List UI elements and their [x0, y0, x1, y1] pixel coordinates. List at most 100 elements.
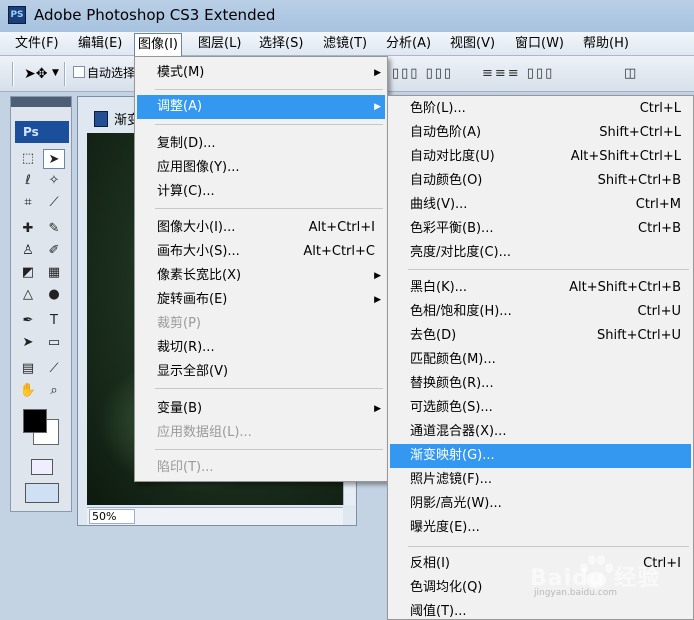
auto-select-checkbox[interactable] [73, 66, 85, 78]
menu-item-rotate-canvas[interactable]: 旋转画布(E) ▶ [137, 288, 385, 312]
align-buttons-icon[interactable]: ▯▯▯ ▯▯▯ [392, 66, 453, 81]
zoom-tool-icon[interactable]: ⌕ [43, 381, 65, 401]
menu-item-canvas-size[interactable]: 画布大小(S)... Alt+Ctrl+C [137, 240, 385, 264]
healing-brush-icon[interactable]: ✚ [17, 219, 39, 239]
menu-item-mode[interactable]: 模式(M) ▶ [137, 61, 385, 85]
menu-bar: 文件(F) 编辑(E) 图像(I) 图层(L) 选择(S) 滤镜(T) 分析(A… [0, 32, 694, 57]
eyedropper-icon[interactable]: ⟋ [43, 359, 65, 379]
crop-tool-icon[interactable]: ⌗ [17, 193, 39, 213]
menu-item-label: 像素长宽比(X) [157, 268, 242, 283]
menu-help[interactable]: 帮助(H) [580, 34, 632, 54]
menu-item-auto-levels[interactable]: 自动色阶(A) Shift+Ctrl+L [390, 121, 691, 145]
menu-item-channel-mixer[interactable]: 通道混合器(X)... [390, 420, 691, 444]
marquee-tool-icon[interactable]: ⬚ [17, 149, 39, 169]
magic-wand-icon[interactable]: ✧ [43, 171, 65, 191]
gradient-tool-icon[interactable]: ▦ [43, 263, 65, 283]
menu-item-auto-contrast[interactable]: 自动对比度(U) Alt+Shift+Ctrl+L [390, 145, 691, 169]
menu-filter[interactable]: 滤镜(T) [320, 34, 370, 54]
menu-item-label: 去色(D) [410, 328, 457, 343]
menu-item-label: 亮度/对比度(C)... [410, 245, 511, 260]
auto-align-icon[interactable]: ◫ [624, 66, 638, 81]
menu-item-shortcut: Alt+Shift+Ctrl+B [569, 280, 681, 295]
menu-item-shortcut: Ctrl+L [639, 101, 681, 116]
submenu-arrow-icon: ▶ [374, 102, 381, 112]
menu-item-exposure[interactable]: 曝光度(E)... [390, 516, 691, 540]
toolbox-grip[interactable] [11, 97, 71, 107]
history-brush-icon[interactable]: ✐ [43, 241, 65, 261]
menu-item-label: 复制(D)... [157, 136, 216, 151]
pen-tool-icon[interactable]: ✒ [17, 311, 39, 331]
distribute-buttons-icon[interactable]: ≡≡≡ ▯▯▯ [482, 66, 554, 81]
menu-item-desaturate[interactable]: 去色(D) Shift+Ctrl+U [390, 324, 691, 348]
menu-separator [155, 449, 383, 450]
menu-item-black-white[interactable]: 黑白(K)... Alt+Shift+Ctrl+B [390, 276, 691, 300]
ps-logo: Ps [15, 121, 69, 143]
menu-item-shortcut: Shift+Ctrl+L [599, 125, 681, 140]
menu-item-color-balance[interactable]: 色彩平衡(B)... Ctrl+B [390, 217, 691, 241]
screen-mode-button[interactable] [25, 483, 59, 503]
menu-item-shortcut: Alt+Ctrl+C [303, 244, 375, 259]
menu-item-calculations[interactable]: 计算(C)... [137, 180, 385, 204]
menu-item-apply-image[interactable]: 应用图像(Y)... [137, 156, 385, 180]
menu-item-reveal-all[interactable]: 显示全部(V) [137, 360, 385, 384]
foreground-color-swatch[interactable] [23, 409, 47, 433]
menu-item-shadow-highlight[interactable]: 阴影/高光(W)... [390, 492, 691, 516]
shape-tool-icon[interactable]: ▭ [43, 333, 65, 353]
menu-item-label: 色相/饱和度(H)... [410, 304, 512, 319]
menu-item-pixel-aspect[interactable]: 像素长宽比(X) ▶ [137, 264, 385, 288]
menu-item-apply-data-set: 应用数据组(L)... [137, 421, 385, 445]
menu-item-photo-filter[interactable]: 照片滤镜(F)... [390, 468, 691, 492]
menu-item-duplicate[interactable]: 复制(D)... [137, 132, 385, 156]
menu-item-threshold[interactable]: 阈值(T)... [390, 600, 691, 620]
chevron-down-icon[interactable]: ▼ [52, 68, 59, 78]
menu-image[interactable]: 图像(I) [134, 33, 182, 57]
type-tool-icon[interactable]: T [43, 311, 65, 331]
zoom-level-field[interactable]: 50% [89, 509, 135, 524]
slice-tool-icon[interactable]: ⟋ [43, 193, 65, 213]
quick-mask-button[interactable] [31, 459, 53, 475]
document-status-bar: 50% [87, 507, 343, 525]
menu-item-invert[interactable]: 反相(I) Ctrl+I [390, 552, 691, 576]
brush-tool-icon[interactable]: ✎ [43, 219, 65, 239]
move-tool-button[interactable]: ➤ [43, 149, 65, 169]
menu-item-label: 反相(I) [410, 556, 450, 571]
dodge-tool-icon[interactable]: ● [43, 285, 65, 305]
path-select-icon[interactable]: ➤ [17, 333, 39, 353]
menu-analysis[interactable]: 分析(A) [383, 34, 434, 54]
menu-item-selective-color[interactable]: 可选颜色(S)... [390, 396, 691, 420]
menu-view[interactable]: 视图(V) [447, 34, 498, 54]
move-tool-icon[interactable]: ➤✥ [24, 66, 47, 82]
menu-item-adjust[interactable]: 调整(A) ▶ [137, 95, 385, 119]
menu-window[interactable]: 窗口(W) [512, 34, 567, 54]
hand-tool-icon[interactable]: ✋ [17, 381, 39, 401]
menu-item-shortcut: Shift+Ctrl+B [597, 173, 681, 188]
eraser-tool-icon[interactable]: ◩ [17, 263, 39, 283]
menu-item-label: 图像大小(I)... [157, 220, 236, 235]
menu-item-label: 陷印(T)... [157, 460, 214, 475]
menu-item-equalize[interactable]: 色调均化(Q) [390, 576, 691, 600]
menu-item-replace-color[interactable]: 替换颜色(R)... [390, 372, 691, 396]
menu-layer[interactable]: 图层(L) [195, 34, 244, 54]
menu-item-trim[interactable]: 裁切(R)... [137, 336, 385, 360]
menu-file[interactable]: 文件(F) [12, 34, 62, 54]
menu-item-hue-saturation[interactable]: 色相/饱和度(H)... Ctrl+U [390, 300, 691, 324]
submenu-arrow-icon: ▶ [374, 295, 381, 305]
notes-tool-icon[interactable]: ▤ [17, 359, 39, 379]
menu-item-crop: 裁剪(P) [137, 312, 385, 336]
menu-item-auto-color[interactable]: 自动颜色(O) Shift+Ctrl+B [390, 169, 691, 193]
menu-item-match-color[interactable]: 匹配颜色(M)... [390, 348, 691, 372]
blur-tool-icon[interactable]: △ [17, 285, 39, 305]
menu-item-levels[interactable]: 色阶(L)... Ctrl+L [390, 97, 691, 121]
lasso-tool-icon[interactable]: ℓ [17, 171, 39, 191]
menu-item-label: 裁剪(P) [157, 316, 201, 331]
clone-stamp-icon[interactable]: ♙ [17, 241, 39, 261]
menu-item-gradient-map[interactable]: 渐变映射(G)... [390, 444, 691, 468]
menu-select[interactable]: 选择(S) [256, 34, 306, 54]
menu-item-label: 曝光度(E)... [410, 520, 480, 535]
menu-item-curves[interactable]: 曲线(V)... Ctrl+M [390, 193, 691, 217]
menu-edit[interactable]: 编辑(E) [75, 34, 125, 54]
menu-item-image-size[interactable]: 图像大小(I)... Alt+Ctrl+I [137, 216, 385, 240]
menu-item-brightness-contrast[interactable]: 亮度/对比度(C)... [390, 241, 691, 265]
menu-separator [155, 388, 383, 389]
menu-item-variables[interactable]: 变量(B) ▶ [137, 397, 385, 421]
